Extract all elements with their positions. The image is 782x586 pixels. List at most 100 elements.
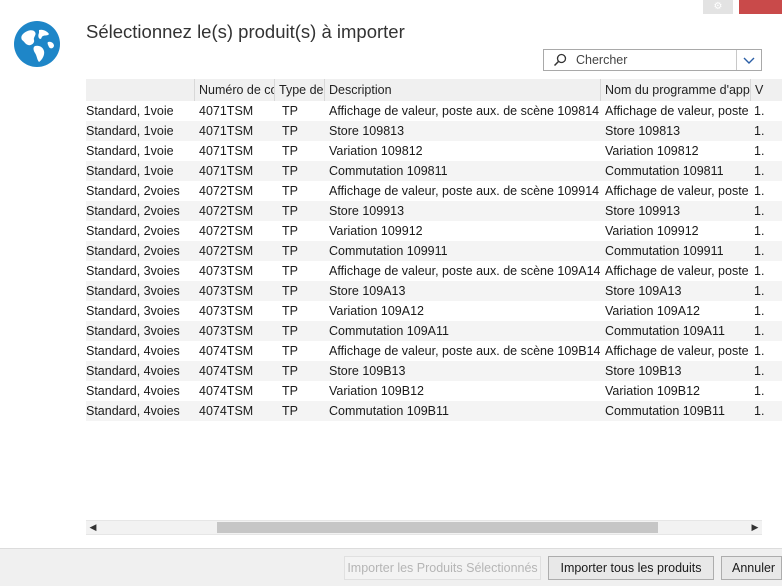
version-cell: 1.: [754, 144, 765, 158]
description-cell: Commutation 109911: [329, 244, 448, 258]
table-row[interactable]: Standard, 2voies 4072TSM TP Affichage de va…: [86, 181, 782, 201]
description-cell: Commutation 109811: [329, 164, 448, 178]
search-input[interactable]: [576, 52, 726, 68]
order-number-cell: 4071TSM: [199, 164, 254, 178]
order-number-cell: 4073TSM: [199, 284, 254, 298]
version-cell: 1.: [754, 384, 765, 398]
description-cell: Commutation 109A11: [329, 324, 449, 338]
application-program-cell: Store 109813: [605, 124, 681, 138]
scroll-left-icon[interactable]: ◀: [86, 521, 100, 534]
variant-cell: Standard, 1voie: [86, 144, 174, 158]
chevron-down-icon: [743, 57, 755, 64]
order-number-cell: 4071TSM: [199, 144, 254, 158]
version-cell: 1.: [754, 244, 765, 258]
variant-cell: Standard, 1voie: [86, 124, 174, 138]
order-number-cell: 4071TSM: [199, 104, 254, 118]
column-header-type[interactable]: Type de: [274, 79, 324, 101]
table-row[interactable]: Standard, 2voies 4072TSM TP Variation 10991…: [86, 221, 782, 241]
scrollbar-thumb[interactable]: [217, 522, 658, 533]
type-cell: TP: [282, 224, 298, 238]
application-program-cell: Variation 109812: [605, 144, 699, 158]
application-program-cell: Affichage de valeur, poste aux. de scène…: [605, 104, 750, 118]
version-cell: 1.: [754, 164, 765, 178]
version-cell: 1.: [754, 344, 765, 358]
import-selected-button[interactable]: Importer les Produits Sélectionnés: [344, 556, 541, 580]
application-program-cell: Variation 109A12: [605, 304, 700, 318]
horizontal-scrollbar[interactable]: ◀ ▶: [86, 520, 762, 535]
type-cell: TP: [282, 124, 298, 138]
globe-icon: [14, 21, 60, 67]
page-title: Sélectionnez le(s) produit(s) à importer: [86, 21, 405, 42]
table-row[interactable]: Standard, 3voies 4073TSM TP Affichage de va…: [86, 261, 782, 281]
description-cell: Affichage de valeur, poste aux. de scène…: [329, 184, 600, 198]
table-row[interactable]: Standard, 1voie 4071TSM TP Affichage de val…: [86, 101, 782, 121]
application-program-cell: Variation 109912: [605, 224, 699, 238]
type-cell: TP: [282, 204, 298, 218]
order-number-cell: 4071TSM: [199, 124, 254, 138]
gear-icon: ⚙: [713, 1, 723, 12]
variant-cell: Standard, 3voies: [86, 324, 180, 338]
application-program-cell: Commutation 109911: [605, 244, 724, 258]
table-row[interactable]: Standard, 3voies 4073TSM TP Commutation 109…: [86, 321, 782, 341]
application-program-cell: Affichage de valeur, poste aux. de scène…: [605, 264, 750, 278]
table-row[interactable]: Standard, 1voie 4071TSM TP Variation 109812…: [86, 141, 782, 161]
application-program-cell: Affichage de valeur, poste aux. de scène…: [605, 344, 750, 358]
variant-cell: Standard, 2voies: [86, 224, 180, 238]
cancel-button[interactable]: Annuler: [721, 556, 782, 580]
table-row[interactable]: Standard, 4voies 4074TSM TP Variation 109B1…: [86, 381, 782, 401]
table-row[interactable]: Standard, 4voies 4074TSM TP Store 109B13 Sto…: [86, 361, 782, 381]
application-program-cell: Store 109B13: [605, 364, 682, 378]
table-row[interactable]: Standard, 3voies 4073TSM TP Store 109A13 Sto…: [86, 281, 782, 301]
version-cell: 1.: [754, 284, 765, 298]
products-table: Numéro de commande Type de Description N…: [86, 79, 782, 519]
settings-button[interactable]: ⚙: [703, 0, 733, 14]
version-cell: 1.: [754, 364, 765, 378]
variant-cell: Standard, 4voies: [86, 364, 180, 378]
order-number-cell: 4074TSM: [199, 364, 254, 378]
table-row[interactable]: Standard, 4voies 4074TSM TP Commutation 109…: [86, 401, 782, 421]
order-number-cell: 4074TSM: [199, 384, 254, 398]
table-row[interactable]: Standard, 2voies 4072TSM TP Store 109913 Sto…: [86, 201, 782, 221]
variant-cell: Standard, 4voies: [86, 344, 180, 358]
type-cell: TP: [282, 284, 298, 298]
type-cell: TP: [282, 104, 298, 118]
type-cell: TP: [282, 324, 298, 338]
table-row[interactable]: Standard, 4voies 4074TSM TP Affichage de va…: [86, 341, 782, 361]
application-program-cell: Affichage de valeur, poste aux. de scène…: [605, 184, 750, 198]
type-cell: TP: [282, 244, 298, 258]
import-all-button[interactable]: Importer tous les produits: [548, 556, 714, 580]
table-row[interactable]: Standard, 2voies 4072TSM TP Commutation 109…: [86, 241, 782, 261]
application-program-cell: Commutation 109811: [605, 164, 724, 178]
type-cell: TP: [282, 344, 298, 358]
description-cell: Store 109A13: [329, 284, 406, 298]
order-number-cell: 4072TSM: [199, 224, 254, 238]
description-cell: Variation 109A12: [329, 304, 424, 318]
variant-cell: Standard, 3voies: [86, 304, 180, 318]
column-header-version[interactable]: V: [750, 79, 782, 101]
order-number-cell: 4074TSM: [199, 404, 254, 418]
variant-cell: Standard, 3voies: [86, 284, 180, 298]
description-cell: Variation 109812: [329, 144, 423, 158]
type-cell: TP: [282, 304, 298, 318]
column-header-application-program[interactable]: Nom du programme d'application: [600, 79, 750, 101]
column-header-variant[interactable]: [86, 79, 194, 101]
order-number-cell: 4072TSM: [199, 244, 254, 258]
version-cell: 1.: [754, 204, 765, 218]
search-box[interactable]: [543, 49, 762, 71]
type-cell: TP: [282, 144, 298, 158]
close-button[interactable]: [739, 0, 782, 14]
version-cell: 1.: [754, 404, 765, 418]
table-row[interactable]: Standard, 1voie 4071TSM TP Commutation 1098…: [86, 161, 782, 181]
variant-cell: Standard, 1voie: [86, 104, 174, 118]
variant-cell: Standard, 4voies: [86, 404, 180, 418]
column-header-description[interactable]: Description: [324, 79, 600, 101]
table-row[interactable]: Standard, 3voies 4073TSM TP Variation 109A1…: [86, 301, 782, 321]
description-cell: Affichage de valeur, poste aux. de scène…: [329, 344, 600, 358]
type-cell: TP: [282, 404, 298, 418]
column-header-order-number[interactable]: Numéro de commande: [194, 79, 274, 101]
table-row[interactable]: Standard, 1voie 4071TSM TP Store 109813 Stor…: [86, 121, 782, 141]
search-dropdown-button[interactable]: [736, 50, 761, 70]
description-cell: Store 109913: [329, 204, 405, 218]
description-cell: Variation 109912: [329, 224, 423, 238]
scroll-right-icon[interactable]: ▶: [748, 521, 762, 534]
